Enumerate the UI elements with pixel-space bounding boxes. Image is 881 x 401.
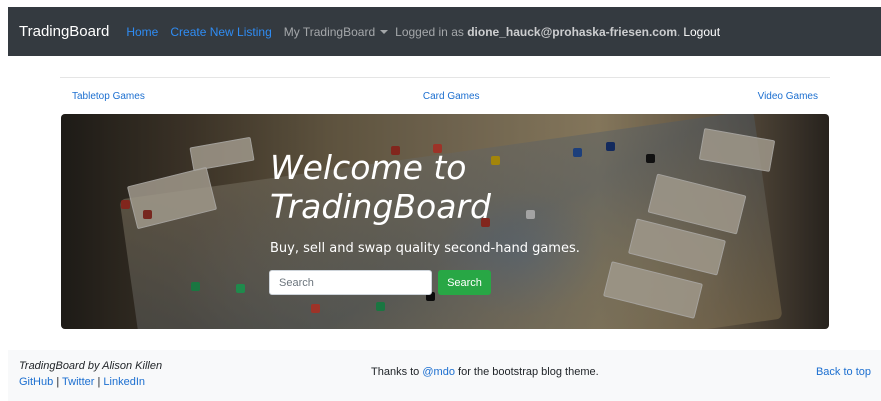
nav-links: Home Create New Listing My TradingBoard … [126,25,720,39]
hero-banner: Welcome to TradingBoard Buy, sell and sw… [61,114,829,329]
footer-credits: TradingBoard by Alison Killen GitHub | T… [19,358,162,390]
category-card-link[interactable]: Card Games [423,91,480,102]
thanks-prefix: Thanks to [371,366,420,378]
back-to-top-link[interactable]: Back to top [816,366,871,378]
logout-link[interactable]: Logout [683,25,720,39]
theme-credit: Thanks to @mdo for the bootstrap blog th… [371,366,599,378]
github-link[interactable]: GitHub [19,376,53,388]
logged-in-suffix: . [676,24,681,39]
site-footer: TradingBoard by Alison Killen GitHub | T… [8,350,881,401]
caret-down-icon [380,29,389,34]
logged-in-text: Logged in as dione_hauck@prohaska-friese… [395,25,680,39]
top-navbar: TradingBoard Home Create New Listing My … [8,7,881,56]
category-divider [60,77,830,78]
logged-in-prefix: Logged in as [395,24,464,39]
category-tabletop-link[interactable]: Tabletop Games [72,91,145,102]
category-nav: Tabletop Games Card Games Video Games [60,88,830,104]
mdo-link[interactable]: @mdo [422,366,455,378]
author-credit: TradingBoard by Alison Killen [19,360,163,372]
nav-create-listing-link[interactable]: Create New Listing [170,25,271,39]
linkedin-link[interactable]: LinkedIn [103,376,145,388]
twitter-link[interactable]: Twitter [62,376,94,388]
search-button[interactable]: Search [438,270,491,295]
hero-lead: Buy, sell and swap quality second-hand g… [270,241,580,256]
user-email: dione_hauck@prohaska-friesen.com [467,24,677,39]
my-tradingboard-dropdown[interactable]: My TradingBoard [283,24,389,39]
brand-logo[interactable]: TradingBoard [19,7,109,56]
thanks-suffix: for the bootstrap blog theme. [458,366,599,378]
search-input[interactable] [269,270,432,295]
footer-separator: | [56,376,60,388]
category-video-link[interactable]: Video Games [758,91,818,102]
hero-title: Welcome to TradingBoard [270,148,491,226]
my-tradingboard-label: My TradingBoard [283,24,376,39]
nav-home-link[interactable]: Home [126,25,158,39]
footer-separator: | [97,376,101,388]
